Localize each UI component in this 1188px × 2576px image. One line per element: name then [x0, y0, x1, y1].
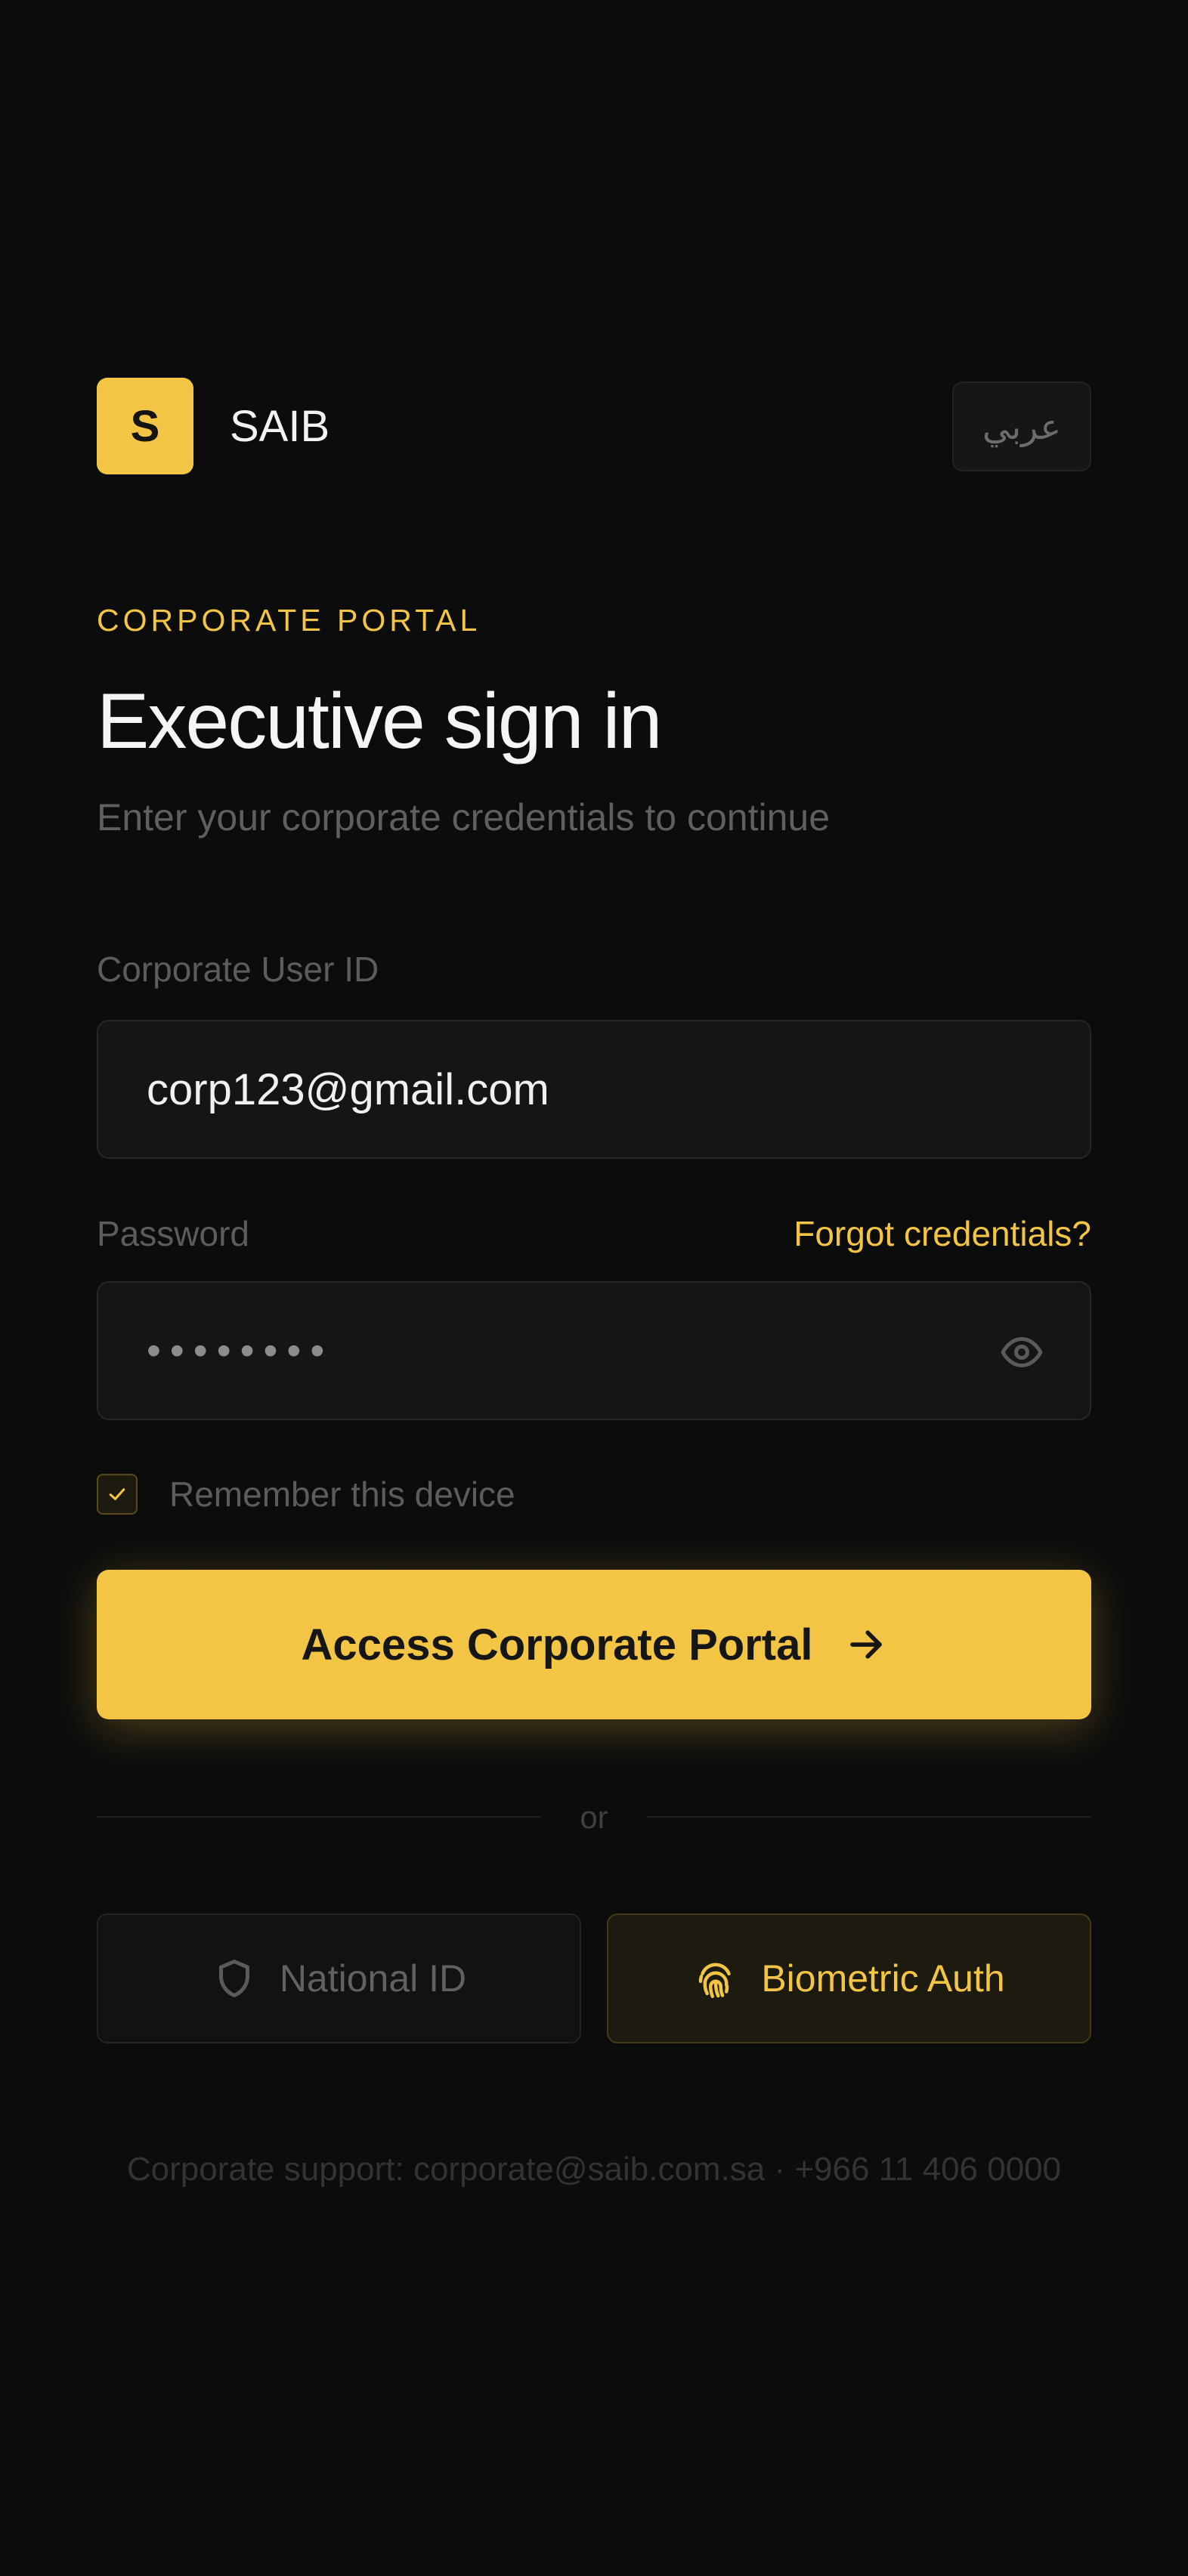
check-icon	[109, 1488, 125, 1500]
password-field-wrapper	[97, 1281, 1091, 1420]
forgot-credentials-link[interactable]: Forgot credentials?	[794, 1211, 1091, 1256]
brand-name: SAIB	[230, 402, 330, 451]
access-portal-label: Access Corporate Portal	[301, 1620, 813, 1669]
user-id-label: Corporate User ID	[97, 950, 379, 989]
password-label: Password	[97, 1214, 249, 1253]
biometric-auth-label: Biometric Auth	[761, 1957, 1005, 2000]
brand-logo: S	[97, 378, 193, 474]
page-subtitle: Enter your corporate credentials to cont…	[97, 796, 830, 839]
fingerprint-icon	[699, 1963, 732, 1998]
language-toggle-button[interactable]: عربي	[952, 381, 1091, 471]
page-title: Executive sign in	[97, 678, 662, 765]
remember-device-label[interactable]: Remember this device	[169, 1472, 515, 1517]
remember-device-checkbox[interactable]	[97, 1474, 138, 1515]
shield-icon	[218, 1960, 249, 1997]
login-screen: S SAIB عربي CORPORATE PORTAL Executive s…	[0, 0, 1188, 2576]
eye-icon[interactable]	[999, 1330, 1044, 1375]
biometric-auth-button[interactable]: Biometric Auth	[607, 1913, 1091, 2043]
support-footer: Corporate support: corporate@saib.com.sa…	[126, 2151, 1062, 2188]
user-id-field-wrapper	[97, 1020, 1091, 1159]
access-portal-button[interactable]: Access Corporate Portal	[97, 1570, 1091, 1719]
national-id-button[interactable]: National ID	[97, 1913, 581, 2043]
divider-left	[97, 1816, 541, 1818]
arrow-right-icon	[850, 1630, 883, 1659]
divider-right	[647, 1816, 1091, 1818]
password-input[interactable]	[98, 1283, 1090, 1419]
national-id-label: National ID	[279, 1957, 467, 2000]
divider-or-text: or	[580, 1799, 608, 1835]
logo-letter: S	[130, 401, 160, 451]
portal-eyebrow: CORPORATE PORTAL	[97, 603, 481, 638]
user-id-input[interactable]	[98, 1021, 1090, 1157]
